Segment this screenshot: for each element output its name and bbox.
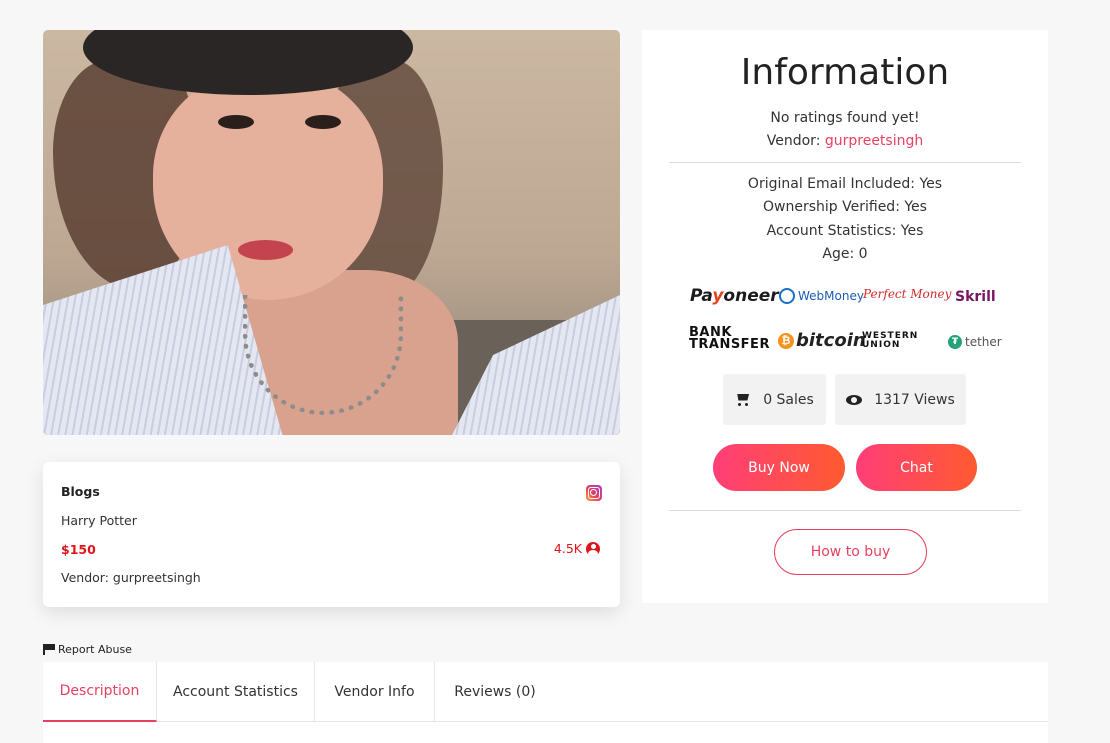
product-photo — [43, 30, 620, 435]
photo-eye-left — [218, 115, 254, 129]
western-union-logo: WESTERN UNION — [862, 332, 918, 350]
detail-ownership: Ownership Verified: Yes — [763, 199, 927, 215]
skrill-logo: Skrill — [955, 289, 996, 305]
report-abuse-label: Report Abuse — [58, 643, 132, 656]
product-vendor: Vendor: gurpreetsingh — [61, 570, 201, 585]
buy-now-button[interactable]: Buy Now — [713, 444, 845, 491]
user-icon — [586, 541, 600, 556]
information-panel: Information No ratings found yet! Vendor… — [642, 30, 1048, 603]
detail-statistics: Account Statistics: Yes — [766, 223, 924, 239]
views-count: 1317 Views — [874, 391, 955, 408]
report-abuse-link[interactable]: Report Abuse — [43, 643, 132, 656]
payoneer-logo: Payoneer — [690, 286, 779, 306]
product-title: Harry Potter — [61, 513, 137, 528]
chat-button[interactable]: Chat — [856, 444, 977, 491]
tab-reviews[interactable]: Reviews (0) — [435, 662, 555, 722]
bitcoin-icon: ₿ — [778, 332, 794, 349]
bank-transfer-line-2: TRANSFER — [689, 337, 770, 352]
product-card: Blogs Harry Potter $150 4.5K Vendor: gur… — [43, 462, 620, 607]
ratings-text: No ratings found yet! — [770, 110, 920, 126]
bitcoin-logo-text: bitcoin — [796, 330, 866, 351]
detail-age: Age: 0 — [822, 246, 868, 262]
webmoney-logo-text: WebMoney — [798, 289, 864, 303]
divider — [669, 510, 1021, 511]
vendor-line: Vendor: gurpreetsingh — [642, 133, 1048, 149]
payoneer-logo-part-3: oneer — [723, 286, 779, 306]
tab-account-statistics[interactable]: Account Statistics — [157, 662, 315, 722]
bitcoin-logo: ₿ bitcoin — [778, 330, 866, 351]
information-heading: Information — [740, 52, 950, 93]
eye-icon — [846, 394, 863, 405]
instagram-icon — [586, 485, 602, 501]
tab-bar: Description Account Statistics Vendor In… — [43, 662, 1048, 722]
sales-counter: 0 Sales — [723, 374, 826, 425]
details-tabs: Description Account Statistics Vendor In… — [43, 662, 1048, 743]
globe-icon — [779, 288, 795, 304]
tether-logo-text: tether — [965, 335, 1002, 349]
sales-count: 0 Sales — [763, 391, 814, 408]
bank-transfer-logo: BANK TRANSFER — [689, 326, 770, 352]
flag-icon — [43, 644, 55, 655]
webmoney-logo: WebMoney — [779, 288, 864, 304]
photo-eye-right — [305, 115, 341, 129]
views-counter: 1317 Views — [835, 374, 966, 425]
product-price: $150 — [61, 542, 96, 557]
follower-count-value: 4.5K — [553, 541, 582, 556]
tab-vendor-info[interactable]: Vendor Info — [315, 662, 435, 722]
vendor-label: Vendor: — [766, 133, 825, 149]
photo-lips — [238, 240, 293, 260]
vendor-link[interactable]: gurpreetsingh — [825, 133, 923, 149]
product-category: Blogs — [61, 484, 100, 499]
payoneer-logo-part-2: y — [712, 286, 724, 306]
cart-icon — [735, 394, 751, 406]
tab-description[interactable]: Description — [43, 662, 157, 722]
payoneer-logo-part-1: Pa — [690, 286, 713, 306]
follower-count: 4.5K — [554, 541, 600, 556]
detail-email: Original Email Included: Yes — [747, 176, 943, 192]
how-to-buy-button[interactable]: How to buy — [774, 529, 927, 575]
western-union-line-2: UNION — [862, 340, 901, 350]
perfect-money-logo: Perfect Money — [863, 287, 952, 301]
divider — [669, 162, 1021, 163]
tether-logo: ₮ tether — [948, 335, 1002, 349]
tether-icon: ₮ — [948, 335, 962, 349]
